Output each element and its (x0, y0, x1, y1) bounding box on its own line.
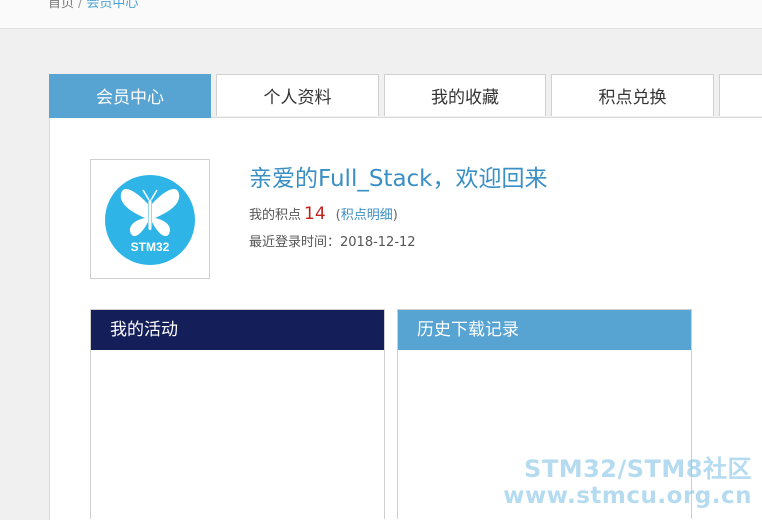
stm32-butterfly-logo-icon: STM32 (105, 175, 195, 265)
points-value: 14 (304, 204, 326, 224)
tab-member-center[interactable]: 会员中心 (49, 74, 211, 118)
breadcrumb-home-link[interactable]: 首页 (48, 0, 74, 11)
my-activity-title: 我的活动 (91, 310, 384, 350)
my-activity-box: 我的活动 (90, 309, 385, 519)
breadcrumb-bar: 首页 / 会员中心 (0, 0, 762, 29)
breadcrumb-current[interactable]: 会员中心 (86, 0, 138, 11)
points-line: 我的积点 14 (积点明细) (249, 204, 398, 224)
points-detail-close-paren: ) (392, 208, 398, 223)
avatar[interactable]: STM32 (90, 159, 210, 279)
breadcrumb-separator: / (78, 0, 83, 11)
watermark-line-2: www.stmcu.org.cn (503, 483, 752, 509)
welcome-message: 亲爱的Full_Stack，欢迎回来 (249, 166, 548, 192)
breadcrumb: 首页 / 会员中心 (48, 0, 138, 14)
points-label: 我的积点 (249, 208, 302, 223)
download-history-title: 历史下载记录 (398, 310, 691, 350)
site-watermark: STM32/STM8社区 www.stmcu.org.cn (503, 456, 752, 510)
last-login-label: 最近登录时间： (249, 235, 341, 250)
tab-points-exchange[interactable]: 积点兑换 (551, 74, 714, 116)
tab-personal-info[interactable]: 个人资料 (216, 74, 379, 116)
watermark-line-1: STM32/STM8社区 (524, 455, 752, 483)
avatar-logo-text: STM32 (131, 240, 170, 254)
tab-my-favorites[interactable]: 我的收藏 (384, 74, 546, 116)
points-detail-link[interactable]: 积点明细 (341, 208, 393, 223)
tab-more[interactable] (719, 74, 762, 116)
last-login-value: 2018-12-12 (340, 235, 416, 250)
last-login-line: 最近登录时间：2018-12-12 (249, 231, 416, 250)
